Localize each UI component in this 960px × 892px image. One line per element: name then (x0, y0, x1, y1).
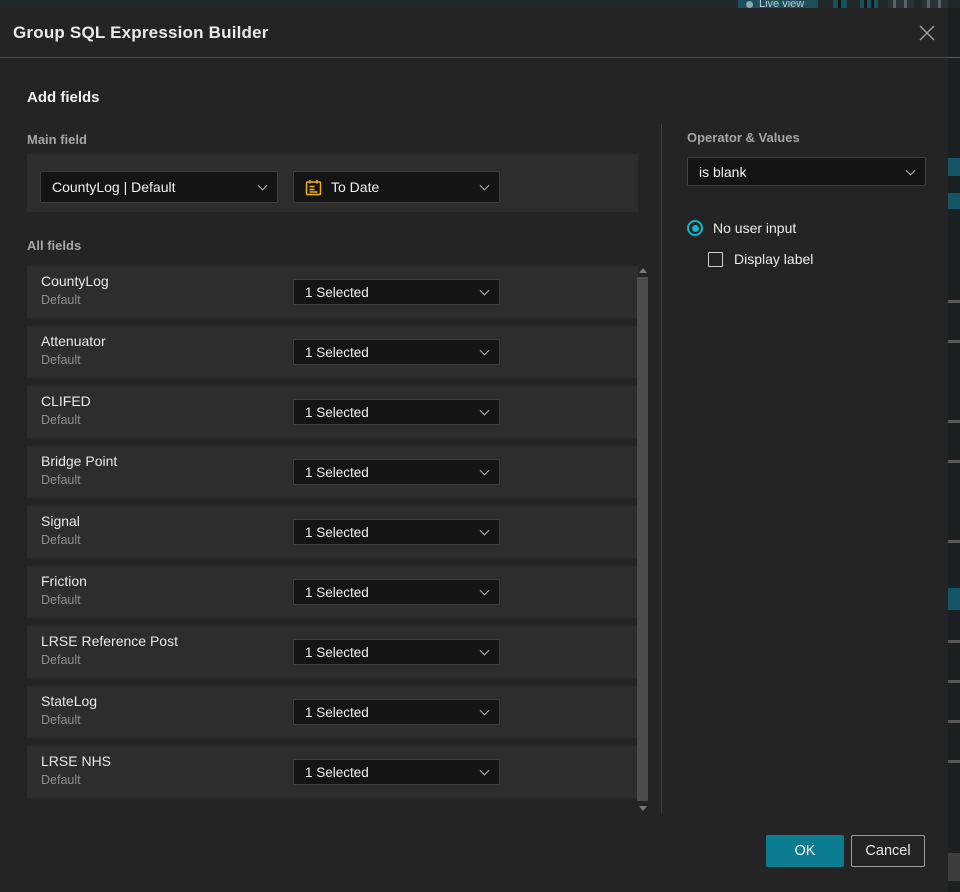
column-divider (661, 124, 662, 813)
checkbox-unchecked-icon (708, 251, 723, 267)
main-field-select[interactable]: CountyLog | Default (40, 171, 278, 203)
field-row: StateLog Default 1 Selected (27, 686, 638, 738)
field-name: LRSE Reference Post (41, 633, 178, 649)
field-subtitle: Default (41, 713, 81, 727)
scrollbar-thumb[interactable] (637, 277, 648, 801)
field-subtitle: Default (41, 653, 81, 667)
main-field-panel: CountyLog | Default To Date (27, 154, 638, 212)
chevron-down-icon (479, 180, 490, 191)
field-subtitle: Default (41, 533, 81, 547)
field-values-select-value: 1 Selected (305, 344, 369, 360)
field-subtitle: Default (41, 293, 81, 307)
field-values-select[interactable]: 1 Selected (293, 459, 500, 485)
field-values-select-value: 1 Selected (305, 404, 369, 420)
field-row: CountyLog Default 1 Selected (27, 266, 638, 318)
dialog-title: Group SQL Expression Builder (13, 23, 269, 42)
field-name: Bridge Point (41, 453, 118, 469)
no-user-input-radio[interactable]: No user input (687, 220, 796, 236)
display-label-label: Display label (734, 251, 814, 267)
chevron-down-icon (479, 345, 490, 356)
live-view-button[interactable]: Live view (738, 0, 818, 8)
field-type-select-value: To Date (331, 179, 380, 195)
field-row: LRSE NHS Default 1 Selected (27, 746, 638, 798)
all-fields-list: CountyLog Default 1 Selected Attenuator … (27, 266, 638, 806)
group-sql-expression-builder-dialog: Group SQL Expression Builder Add fields … (0, 8, 948, 892)
main-field-select-value: CountyLog | Default (52, 179, 176, 195)
app-header-strip: Live view (0, 0, 960, 8)
live-view-label: Live view (759, 0, 805, 8)
operator-select[interactable]: is blank (687, 157, 926, 186)
chevron-down-icon (257, 180, 268, 191)
field-values-select[interactable]: 1 Selected (293, 519, 500, 545)
chevron-down-icon (479, 465, 490, 476)
cancel-button[interactable]: Cancel (851, 835, 925, 867)
field-values-select[interactable]: 1 Selected (293, 639, 500, 665)
scrollbar-up-arrow[interactable] (639, 268, 647, 273)
field-name: Attenuator (41, 333, 106, 349)
field-values-select-value: 1 Selected (305, 584, 369, 600)
field-row: Friction Default 1 Selected (27, 566, 638, 618)
toolbar-button-fragment (922, 0, 948, 8)
field-row: Bridge Point Default 1 Selected (27, 446, 638, 498)
no-user-input-label: No user input (713, 220, 797, 236)
chevron-down-icon (479, 405, 490, 416)
field-name: LRSE NHS (41, 753, 112, 769)
calendar-icon (305, 179, 322, 196)
chevron-down-icon (479, 645, 490, 656)
operator-values-label: Operator & Values (687, 130, 800, 145)
radio-selected-icon (687, 220, 703, 236)
fields-scrollbar (637, 266, 648, 813)
field-subtitle: Default (41, 773, 81, 787)
chevron-down-icon (479, 525, 490, 536)
toolbar-button-fragment (888, 0, 914, 8)
field-subtitle: Default (41, 593, 81, 607)
field-name: Friction (41, 573, 87, 589)
field-type-select[interactable]: To Date (293, 171, 500, 203)
field-name: CountyLog (41, 273, 109, 289)
backdrop-right-strip (948, 8, 960, 892)
field-subtitle: Default (41, 353, 81, 367)
field-row: Signal Default 1 Selected (27, 506, 638, 558)
field-values-select-value: 1 Selected (305, 464, 369, 480)
section-title: Add fields (27, 89, 100, 106)
field-values-select-value: 1 Selected (305, 644, 369, 660)
main-field-label: Main field (27, 132, 87, 147)
field-name: Signal (41, 513, 80, 529)
field-values-select-value: 1 Selected (305, 284, 369, 300)
field-row: Attenuator Default 1 Selected (27, 326, 638, 378)
operator-select-value: is blank (699, 163, 747, 180)
field-values-select[interactable]: 1 Selected (293, 579, 500, 605)
field-values-select-value: 1 Selected (305, 704, 369, 720)
toolbar-button-fragment (860, 0, 878, 8)
chevron-down-icon (479, 585, 490, 596)
field-values-select[interactable]: 1 Selected (293, 759, 500, 785)
field-values-select[interactable]: 1 Selected (293, 339, 500, 365)
field-values-select[interactable]: 1 Selected (293, 399, 500, 425)
field-name: StateLog (41, 693, 98, 709)
live-indicator-dot (746, 0, 753, 8)
close-button[interactable] (912, 18, 942, 48)
ok-button[interactable]: OK (766, 835, 844, 867)
field-subtitle: Default (41, 413, 81, 427)
scrollbar-down-arrow[interactable] (639, 806, 647, 811)
close-icon (919, 25, 935, 41)
chevron-down-icon (905, 165, 916, 176)
field-row: LRSE Reference Post Default 1 Selected (27, 626, 638, 678)
field-row: CLIFED Default 1 Selected (27, 386, 638, 438)
field-values-select[interactable]: 1 Selected (293, 279, 500, 305)
field-values-select-value: 1 Selected (305, 764, 369, 780)
dialog-title-bar: Group SQL Expression Builder (0, 8, 948, 58)
chevron-down-icon (479, 765, 490, 776)
chevron-down-icon (479, 285, 490, 296)
field-subtitle: Default (41, 473, 81, 487)
display-label-checkbox[interactable]: Display label (708, 251, 813, 267)
chevron-down-icon (479, 705, 490, 716)
field-values-select-value: 1 Selected (305, 524, 369, 540)
toolbar-button-fragment (833, 0, 847, 8)
field-name: CLIFED (41, 393, 91, 409)
field-values-select[interactable]: 1 Selected (293, 699, 500, 725)
all-fields-label: All fields (27, 238, 82, 253)
